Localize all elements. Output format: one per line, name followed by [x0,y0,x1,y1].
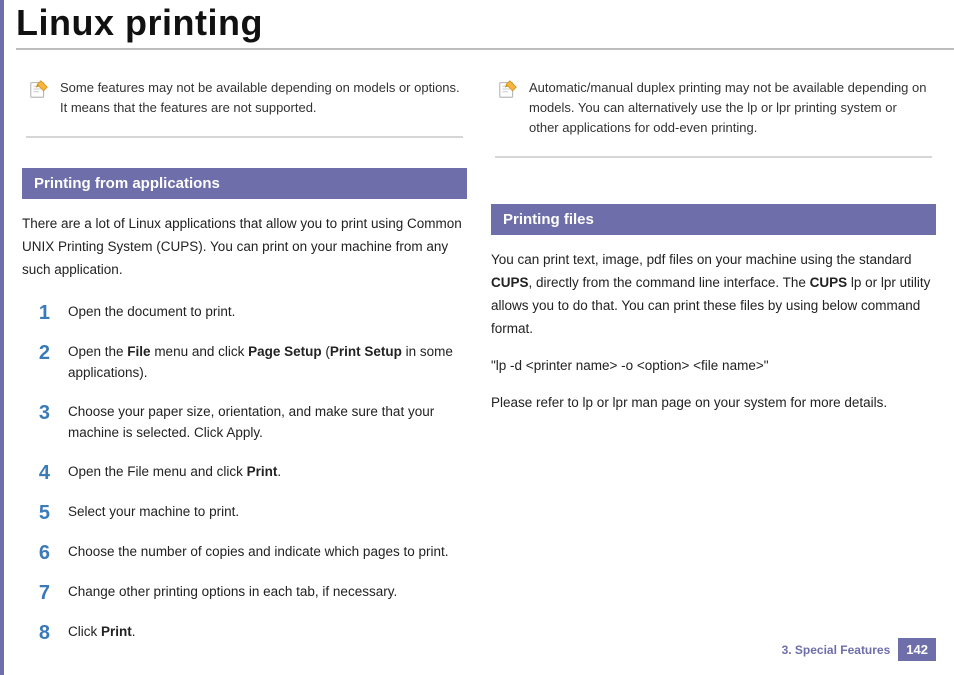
step-number: 7 [32,582,50,604]
step-item: 6 Choose the number of copies and indicat… [32,542,467,564]
step-text: Choose your paper size, orientation, and… [68,402,467,444]
step-item: 1 Open the document to print. [32,302,467,324]
note-icon [497,78,519,100]
step-item: 7 Change other printing options in each t… [32,582,467,604]
step-number: 8 [32,622,50,644]
step-number: 1 [32,302,50,324]
step-text: Choose the number of copies and indicate… [68,542,467,564]
step-item: 4 Open the File menu and click Print. [32,462,467,484]
columns: Some features may not be available depen… [4,50,954,662]
note-text: Automatic/manual duplex printing may not… [529,78,930,138]
step-item: 8 Click Print. [32,622,467,644]
note-box: Some features may not be available depen… [22,78,467,132]
step-text: Select your machine to print. [68,502,467,524]
step-item: 3 Choose your paper size, orientation, an… [32,402,467,444]
intro-paragraph: There are a lot of Linux applications th… [22,213,467,282]
right-column: Automatic/manual duplex printing may not… [491,78,936,662]
note-rule [26,136,463,138]
note-icon [28,78,50,100]
page: Linux printing Some features may not be … [0,0,954,675]
section-heading: Printing from applications [22,168,467,199]
step-text: Click Print. [68,622,467,644]
note-rule [495,156,932,158]
command-line: "lp -d <printer name> -o <option> <file … [491,355,936,378]
step-number: 2 [32,342,50,384]
page-number-badge: 142 [898,638,936,661]
paragraph: Please refer to lp or lpr man page on yo… [491,392,936,415]
note-box: Automatic/manual duplex printing may not… [491,78,936,152]
step-text: Open the File menu and click Page Setup … [68,342,467,384]
step-text: Open the File menu and click Print. [68,462,467,484]
paragraph: You can print text, image, pdf files on … [491,249,936,341]
step-number: 3 [32,402,50,444]
page-title: Linux printing [16,0,954,44]
step-text: Change other printing options in each ta… [68,582,467,604]
footer: 3. Special Features 142 [782,638,936,661]
step-number: 4 [32,462,50,484]
note-text: Some features may not be available depen… [60,78,461,118]
section-heading: Printing files [491,204,936,235]
footer-section: 3. Special Features [782,643,891,657]
left-column: Some features may not be available depen… [22,78,467,662]
step-number: 6 [32,542,50,564]
steps-list: 1 Open the document to print. 2 Open the Fi… [22,302,467,644]
step-text: Open the document to print. [68,302,467,324]
step-item: 2 Open the File menu and click Page Setup… [32,342,467,384]
title-block: Linux printing [4,0,954,50]
step-number: 5 [32,502,50,524]
step-item: 5 Select your machine to print. [32,502,467,524]
